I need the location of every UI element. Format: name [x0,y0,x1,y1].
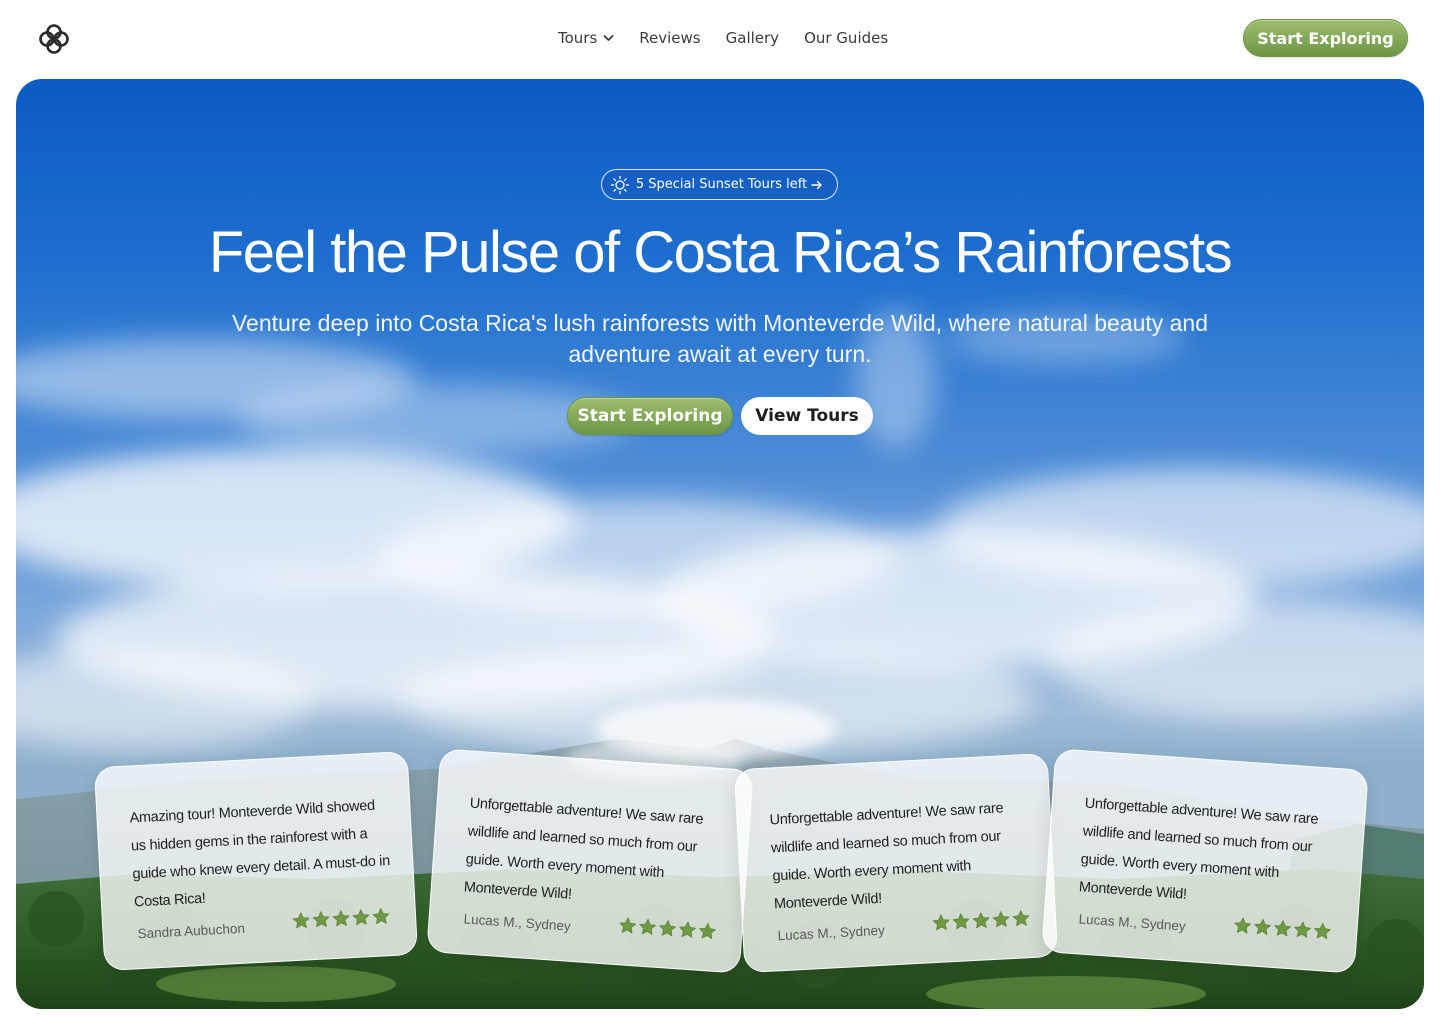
hero-subtitle: Venture deep into Costa Rica's lush rain… [231,310,1209,367]
star-icon [992,911,1010,928]
star-icon [972,912,990,929]
rating-stars [291,906,392,931]
rating-stars [617,915,718,942]
star-icon [1012,910,1030,927]
review-text: Unforgettable adventure! We saw rare wil… [463,795,704,903]
star-icon [952,913,970,930]
star-icon [679,921,696,938]
review-author: Lucas M., Sydney [777,922,886,944]
review-card: Unforgettable adventure! We saw rare wil… [426,748,754,974]
review-card: Unforgettable adventure! We saw rare wil… [1041,748,1369,974]
star-icon [352,909,370,926]
nav-item-tours[interactable]: Tours [558,29,614,47]
hero-buttons: Start Exploring View Tours [567,397,873,435]
star-icon [659,920,676,937]
nav-item-our-guides[interactable]: Our Guides [804,29,888,47]
hero-section: 5 Special Sunset Tours left Feel the Pul… [16,79,1424,1009]
star-icon [312,911,330,928]
star-icon [639,918,656,935]
star-icon [1314,923,1331,940]
star-icon [1274,920,1291,937]
star-icon [699,923,716,940]
review-author: Lucas M., Sydney [1078,911,1187,934]
clover-logo-icon[interactable] [38,23,70,55]
star-icon [932,914,950,931]
rating-stars [931,908,1032,933]
review-author: Lucas M., Sydney [463,911,572,934]
nav-item-label: Tours [558,29,598,47]
hero-title: Feel the Pulse of Costa Rica’s Rainfores… [208,220,1233,285]
review-text: Unforgettable adventure! We saw rare wil… [769,800,1004,913]
nav-item-label: Reviews [639,29,701,47]
review-author: Sandra Aubuchon [137,920,246,942]
review-card: Unforgettable adventure! We saw rare wil… [733,752,1059,974]
star-icon [1234,917,1252,934]
rating-stars [1232,915,1333,942]
main-nav: Tours Reviews Gallery Our Guides [558,28,888,48]
nav-item-label: Gallery [725,29,780,47]
hero-start-exploring-button[interactable]: Start Exploring [567,397,733,435]
nav-item-gallery[interactable]: Gallery [726,29,779,47]
review-text: Amazing tour! Monteverde Wild showed us … [129,797,391,911]
star-icon [332,910,350,927]
review-text: Unforgettable adventure! We saw rare wil… [1078,795,1319,903]
site-header: Tours Reviews Gallery Our Guides Start E… [0,0,1440,78]
star-icon [1294,921,1311,938]
view-tours-button[interactable]: View Tours [741,397,873,435]
review-card: Amazing tour! Monteverde Wild showed us … [93,750,419,972]
star-icon [619,917,637,934]
badge-label: 5 Special Sunset Tours left [635,177,808,192]
sun-icon [610,175,629,194]
nav-item-reviews[interactable]: Reviews [639,29,700,47]
star-icon [292,912,310,929]
star-icon [1254,918,1271,935]
header-start-exploring-button[interactable]: Start Exploring [1243,19,1408,57]
nav-item-label: Our Guides [804,29,889,47]
sunset-tours-badge[interactable]: 5 Special Sunset Tours left [601,169,838,200]
arrow-right-icon [811,180,822,189]
chevron-down-icon [603,35,614,41]
star-icon [372,908,390,925]
